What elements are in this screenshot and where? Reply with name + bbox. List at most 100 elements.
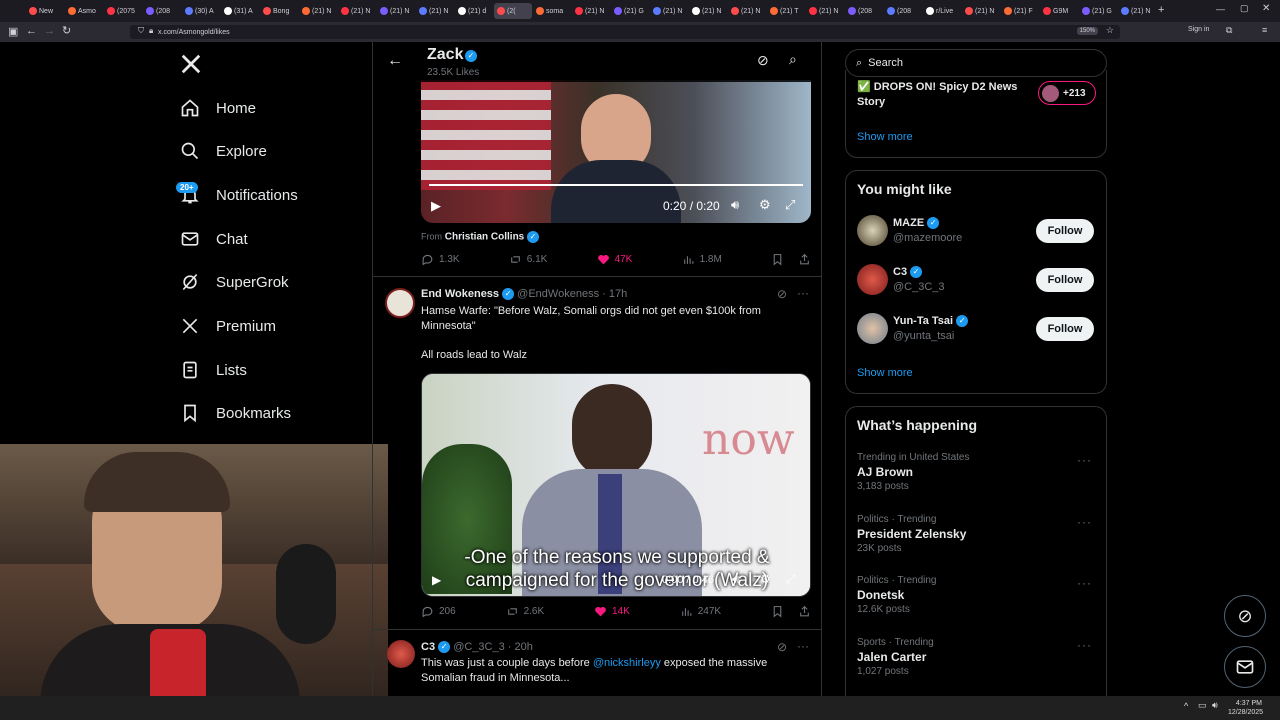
grok-icon[interactable]: ⊘ — [777, 287, 787, 301]
more-icon[interactable]: ··· — [1077, 453, 1092, 467]
x-logo[interactable] — [180, 53, 202, 80]
address-field[interactable]: ⛉ 🔒︎ x.com/Asmongold/likes 150% ☆ — [130, 25, 1120, 39]
nav-bookmarks[interactable]: Bookmarks — [180, 400, 291, 426]
views-button[interactable]: 247K — [680, 605, 721, 618]
browser-tab[interactable]: (2075 — [104, 3, 142, 19]
live-title[interactable]: ✅ DROPS ON! Spicy D2 News Story — [857, 80, 1027, 110]
nav-lists[interactable]: Lists — [180, 357, 247, 383]
browser-tab[interactable]: G9M — [1040, 3, 1078, 19]
browser-tab[interactable]: (208 — [845, 3, 883, 19]
browser-tab[interactable]: (21) G — [611, 3, 649, 19]
volume-icon[interactable]: 🔊︎ — [731, 197, 739, 213]
close-window-icon[interactable]: ✕ — [1262, 3, 1270, 14]
nav-notifications[interactable]: Notifications — [180, 182, 298, 208]
star-icon[interactable]: ☆ — [1106, 25, 1114, 36]
avatar[interactable] — [387, 640, 415, 668]
avatar[interactable] — [857, 215, 888, 246]
sign-in-link[interactable]: Sign in — [1188, 26, 1209, 33]
more-icon[interactable]: ··· — [797, 286, 809, 300]
minimize-icon[interactable]: — — [1216, 4, 1225, 14]
back-icon[interactable]: ← — [26, 25, 37, 37]
tray-chevron-icon[interactable]: ^ — [1184, 701, 1188, 711]
avatar[interactable] — [857, 313, 888, 344]
grok-icon[interactable]: ⊘ — [757, 52, 769, 69]
browser-tab[interactable]: (21) N — [689, 3, 727, 19]
browser-tab[interactable]: (21) N — [806, 3, 844, 19]
browser-tab[interactable]: (31) A — [221, 3, 259, 19]
browser-tab[interactable]: (21) N — [728, 3, 766, 19]
forward-icon[interactable]: → — [44, 25, 55, 37]
bookmark-icon[interactable] — [771, 605, 784, 618]
bookmark-icon[interactable] — [771, 253, 784, 266]
like-button[interactable]: 14K — [594, 605, 630, 618]
like-button[interactable]: 47K — [597, 253, 632, 266]
browser-tab[interactable]: (208 — [143, 3, 181, 19]
trend-item[interactable]: Politics · Trending Donetsk 12.6K posts — [857, 575, 1097, 615]
browser-tab[interactable]: (21) N — [1118, 3, 1156, 19]
author-handle[interactable]: @C_3C_3 — [453, 641, 505, 653]
more-icon[interactable]: ··· — [1077, 515, 1092, 529]
browser-tab[interactable]: (21) N — [650, 3, 688, 19]
messages-fab[interactable] — [1224, 646, 1266, 688]
fullscreen-icon[interactable]: ⤢ — [785, 197, 795, 213]
browser-tab[interactable]: (21) N — [572, 3, 610, 19]
tweet1-video[interactable]: ▶ 0:20 / 0:20 🔊︎ ⚙ ⤢ — [421, 80, 811, 223]
avatar[interactable] — [857, 264, 888, 295]
network-icon[interactable]: ▭ — [1198, 700, 1207, 711]
browser-tab[interactable]: Asmo — [65, 3, 103, 19]
browser-tab[interactable]: soma — [533, 3, 571, 19]
suggested-user[interactable]: C3 ✓ @C_3C_3 — [893, 266, 945, 293]
share-icon[interactable] — [798, 605, 811, 618]
nav-premium[interactable]: Premium — [180, 313, 276, 339]
volume-icon[interactable]: 🔊︎ — [1212, 700, 1218, 711]
author-name[interactable]: C3 — [421, 641, 435, 653]
volume-icon[interactable]: 🔊︎ — [732, 572, 740, 587]
browser-tab[interactable]: (208 — [884, 3, 922, 19]
nav-home[interactable]: Home — [180, 95, 256, 121]
views-button[interactable]: 1.8M — [682, 253, 722, 266]
more-icon[interactable]: ··· — [797, 639, 809, 653]
browser-tab[interactable]: (2( — [494, 3, 532, 19]
settings-gear-icon[interactable]: ⚙ — [759, 197, 771, 213]
browser-tab[interactable]: (21) N — [962, 3, 1000, 19]
browser-tab[interactable]: Bong — [260, 3, 298, 19]
tweet2-video[interactable]: now -One of the reasons we supported & c… — [421, 373, 811, 597]
suggested-user[interactable]: Yun-Ta Tsai ✓ @yunta_tsai — [893, 315, 969, 342]
new-tab-icon[interactable]: + — [1158, 4, 1164, 16]
browser-tab[interactable]: (21) N — [377, 3, 415, 19]
trend-item[interactable]: Politics · Trending President Zelensky 2… — [857, 514, 1097, 554]
play-icon[interactable]: ▶ — [431, 198, 441, 214]
retweet-button[interactable]: 2.6K — [506, 605, 544, 618]
extensions-icon[interactable]: ⧉ — [1226, 25, 1232, 36]
browser-tab[interactable]: (21) F — [1001, 3, 1039, 19]
from-name[interactable]: Christian Collins — [445, 232, 524, 243]
show-more-link[interactable]: Show more — [857, 367, 913, 379]
suggested-user[interactable]: MAZE ✓ @mazemoore — [893, 217, 962, 244]
tweet-time[interactable]: 20h — [515, 641, 533, 653]
show-more-link[interactable]: Show more — [857, 131, 913, 143]
reply-button[interactable]: 1.3K — [421, 253, 460, 266]
browser-tab[interactable]: (30) A — [182, 3, 220, 19]
reload-icon[interactable]: ↻ — [62, 24, 71, 37]
sidebar-toggle-icon[interactable]: ▣ — [8, 25, 18, 38]
trend-item[interactable]: Trending in United States AJ Brown 3,183… — [857, 452, 1097, 492]
reply-button[interactable]: 206 — [421, 605, 456, 618]
fullscreen-icon[interactable]: ⤢ — [786, 572, 796, 587]
nav-chat[interactable]: Chat — [180, 226, 248, 252]
tweet-time[interactable]: 17h — [609, 288, 627, 300]
play-icon[interactable]: ▶ — [432, 573, 441, 587]
browser-tab[interactable]: (21) N — [416, 3, 454, 19]
avatar[interactable] — [385, 288, 415, 318]
grok-icon[interactable]: ⊘ — [777, 640, 787, 654]
trend-item[interactable]: Sports · Trending Jalen Carter 1,027 pos… — [857, 637, 1097, 677]
nav-supergrok[interactable]: SuperGrok — [180, 269, 289, 295]
author-name[interactable]: End Wokeness — [421, 288, 499, 300]
mention-link[interactable]: @nickshirleyy — [593, 657, 661, 669]
zoom-level[interactable]: 150% — [1076, 27, 1098, 35]
clock[interactable]: 4:37 PM 12/28/2025 — [1228, 699, 1263, 717]
live-badge[interactable]: +213 — [1038, 81, 1096, 105]
browser-tab[interactable]: (21) N — [338, 3, 376, 19]
more-icon[interactable]: ··· — [1077, 638, 1092, 652]
author-handle[interactable]: @EndWokeness — [517, 288, 599, 300]
retweet-button[interactable]: 6.1K — [509, 253, 547, 266]
